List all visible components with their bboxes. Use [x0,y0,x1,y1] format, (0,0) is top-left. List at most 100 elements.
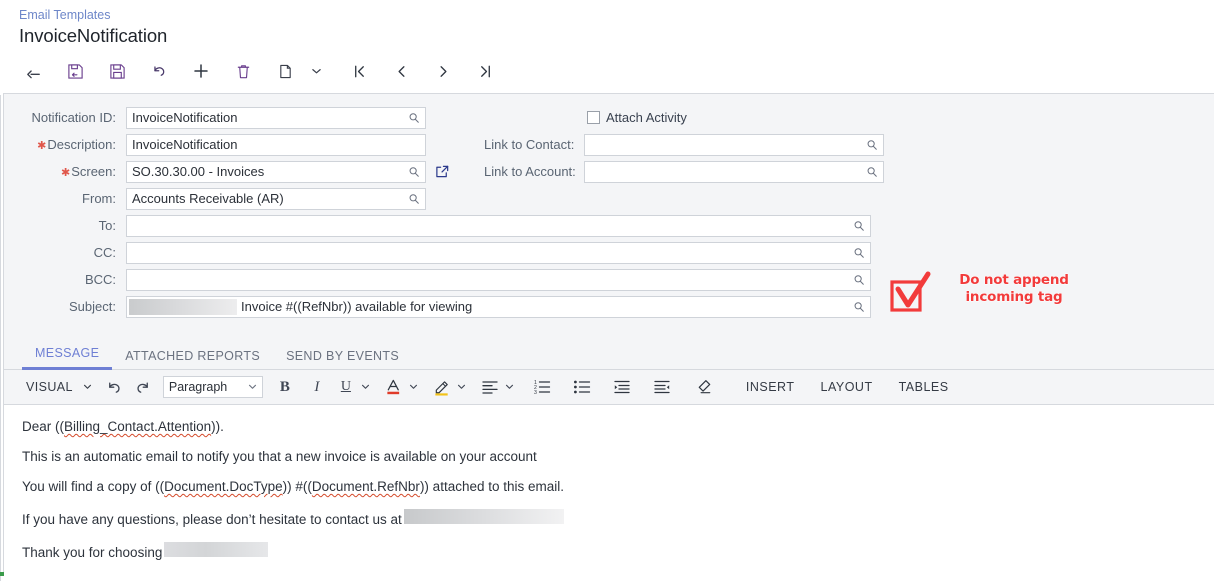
link-to-contact-field[interactable] [584,133,884,156]
chevron-left-icon [397,65,405,77]
tab-attached-reports[interactable]: ATTACHED REPORTS [112,349,273,370]
underline-dropdown-button[interactable] [359,373,373,401]
field-row-subject: Subject: Invoice #((RefNbr)) available f… [4,293,1214,320]
add-new-record-button[interactable] [180,53,222,89]
editor-toolbar: VISUAL Paragraph B I U 1 2 3 INSERT LAYO… [3,370,1214,405]
highlight-button[interactable] [429,373,455,401]
clipboard-dropdown-button[interactable] [306,53,326,89]
editor-mode-button[interactable]: VISUAL [16,373,95,401]
previous-record-button[interactable] [380,53,422,89]
attach-activity-checkbox[interactable] [587,111,600,124]
unordered-list-button[interactable] [567,373,597,401]
screen-lookup-icon[interactable] [407,164,421,180]
undo-icon [109,382,120,393]
description-field[interactable] [126,133,426,156]
required-indicator: ✱ [60,167,71,179]
outdent-button[interactable] [647,373,677,401]
label-notification-id: Notification ID: [31,110,116,125]
paragraph-style-select[interactable]: Paragraph [162,376,263,398]
cc-input[interactable] [127,242,870,263]
clear-formatting-button[interactable] [689,373,719,401]
to-lookup-icon[interactable] [852,218,866,234]
undo-arrow-icon [154,66,165,76]
message-line-1-post: )). [211,419,224,434]
notification-id-field[interactable] [126,106,426,129]
open-screen-external-link-button[interactable] [435,164,450,179]
underline-label: U [340,379,351,394]
message-line-1-pre: Dear (( [22,419,65,434]
chevron-down-icon [311,69,321,74]
save-button[interactable] [96,53,138,89]
from-field[interactable] [126,187,426,210]
label-from: From: [82,191,116,206]
editor-mode-label: VISUAL [26,380,73,394]
insert-menu[interactable]: INSERT [733,380,808,394]
cc-field[interactable] [126,241,871,264]
next-record-button[interactable] [422,53,464,89]
message-line-3: You will find a copy of ((Document.DocTy… [22,479,1214,495]
screen-input[interactable] [127,161,425,182]
chevron-down-icon [248,384,256,389]
subject-field[interactable]: Invoice #((RefNbr)) available for viewin… [126,295,871,318]
editor-redo-button[interactable] [129,373,157,401]
label-subject: Subject: [69,299,116,314]
message-line-5-text: Thank you for choosing [22,545,163,560]
message-body-editor[interactable]: Dear ((Billing_Contact.Attention)). This… [3,405,1214,573]
italic-button[interactable]: I [301,373,333,401]
delete-button[interactable] [222,53,264,89]
search-icon [854,247,864,258]
to-field[interactable] [126,214,871,237]
cancel-button[interactable] [138,53,180,89]
notification-id-input[interactable] [127,107,425,128]
ordered-list-button[interactable]: 1 2 3 [527,373,557,401]
align-button[interactable] [477,373,503,401]
notification-id-lookup-icon[interactable] [407,110,421,126]
link-to-contact-lookup-icon[interactable] [865,137,879,153]
editor-undo-button[interactable] [101,373,129,401]
from-lookup-icon[interactable] [407,191,421,207]
text-color-dropdown-button[interactable] [407,373,421,401]
text-color-button[interactable] [381,373,407,401]
message-line-3-pre: You will find a copy of (( [22,479,165,494]
link-to-contact-input[interactable] [585,134,883,155]
highlight-dropdown-button[interactable] [455,373,469,401]
indent-button[interactable] [607,373,637,401]
tab-message[interactable]: MESSAGE [22,346,113,370]
align-dropdown-button[interactable] [503,373,517,401]
link-to-account-lookup-icon[interactable] [865,164,879,180]
link-to-account-field[interactable] [584,160,884,183]
tab-bar: MESSAGE ATTACHED REPORTS SEND BY EVENTS [3,338,1214,370]
chevron-down-icon [458,384,466,389]
back-arrow-icon [26,69,40,78]
screen-field[interactable] [126,160,426,183]
search-icon [409,193,419,204]
to-input[interactable] [127,215,870,236]
underline-button[interactable]: U [333,373,359,401]
subject-lookup-icon[interactable] [852,299,866,315]
last-record-button[interactable] [464,53,506,89]
field-row-cc: CC: [4,239,1214,266]
cc-lookup-icon[interactable] [852,245,866,261]
breadcrumb-email-templates[interactable]: Email Templates [19,8,1214,23]
bcc-lookup-icon[interactable] [852,272,866,288]
tables-menu[interactable]: TABLES [886,380,962,394]
message-line-5-redacted-block [164,542,269,557]
back-button[interactable] [12,53,54,89]
message-line-3-post: )) attached to this email. [419,479,565,494]
label-screen-text: Screen: [71,164,116,179]
message-line-5: Thank you for choosing [22,542,1214,561]
save-and-close-button[interactable] [54,53,96,89]
message-line-4-redacted-block [403,509,564,524]
attach-activity-checkbox-row[interactable]: Attach Activity [484,104,904,131]
redo-icon [137,382,149,393]
first-record-button[interactable] [338,53,380,89]
tab-send-by-events[interactable]: SEND BY EVENTS [273,349,412,370]
link-to-account-input[interactable] [585,161,883,182]
bcc-field[interactable] [126,268,871,291]
clipboard-button[interactable] [264,53,306,89]
description-input[interactable] [127,134,425,155]
bold-button[interactable]: B [269,373,301,401]
bcc-input[interactable] [127,269,870,290]
from-input[interactable] [127,188,425,209]
layout-menu[interactable]: LAYOUT [808,380,886,394]
